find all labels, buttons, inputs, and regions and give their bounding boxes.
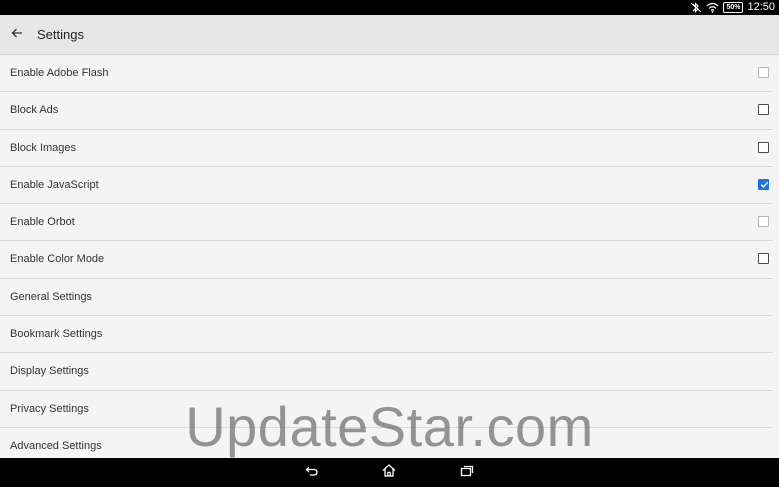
navigation-bar — [0, 458, 779, 487]
back-button[interactable] — [6, 23, 28, 45]
setting-label: Privacy Settings — [10, 402, 89, 415]
setting-label: Block Ads — [10, 104, 59, 117]
setting-label: Enable JavaScript — [10, 178, 99, 191]
setting-row-general-settings[interactable]: General Settings — [0, 279, 773, 317]
setting-label: Display Settings — [10, 365, 89, 378]
setting-label: Enable Adobe Flash — [10, 67, 109, 79]
block-images-checkbox[interactable] — [758, 141, 769, 153]
back-arrow-icon — [305, 464, 319, 482]
status-time: 12:50 — [747, 1, 775, 13]
setting-row-enable-color-mode[interactable]: Enable Color Mode — [0, 241, 773, 279]
setting-label: Block Images — [10, 141, 77, 154]
setting-row-privacy-settings[interactable]: Privacy Settings — [0, 391, 773, 428]
home-icon — [382, 464, 396, 482]
page-title: Settings — [37, 27, 84, 42]
nav-recents-button[interactable] — [456, 464, 478, 482]
setting-label: Bookmark Settings — [10, 328, 103, 341]
nav-back-button[interactable] — [301, 464, 323, 482]
setting-row-block-ads[interactable]: Block Ads — [0, 92, 773, 130]
setting-label: Enable Color Mode — [10, 253, 105, 266]
recent-apps-icon — [460, 464, 474, 482]
wifi-icon — [706, 2, 719, 13]
enable-adobe-flash-checkbox[interactable] — [758, 67, 769, 78]
setting-row-enable-javascript[interactable]: Enable JavaScript — [0, 167, 773, 205]
status-bar: 50% 12:50 — [0, 0, 779, 15]
setting-row-block-images[interactable]: Block Images — [0, 130, 773, 167]
bluetooth-off-icon — [690, 2, 702, 13]
enable-orbot-checkbox[interactable] — [758, 216, 769, 228]
setting-row-bookmark-settings[interactable]: Bookmark Settings — [0, 316, 773, 354]
nav-home-button[interactable] — [378, 464, 400, 482]
setting-row-enable-adobe-flash[interactable]: Enable Adobe Flash — [0, 55, 773, 93]
enable-javascript-checkbox[interactable] — [758, 178, 769, 190]
enable-color-mode-checkbox[interactable] — [758, 253, 769, 265]
setting-row-enable-orbot[interactable]: Enable Orbot — [0, 204, 773, 242]
setting-label: Advanced Settings — [10, 439, 102, 452]
settings-list: Enable Adobe Flash Block Ads Block Image… — [0, 55, 779, 458]
setting-label: Enable Orbot — [10, 216, 75, 229]
setting-label: General Settings — [10, 290, 92, 303]
app-bar: Settings — [0, 15, 779, 55]
block-ads-checkbox[interactable] — [758, 104, 769, 116]
status-icons: 50% 12:50 — [690, 0, 775, 15]
arrow-left-icon — [11, 25, 23, 43]
setting-row-display-settings[interactable]: Display Settings — [0, 353, 773, 391]
battery-indicator: 50% — [723, 2, 744, 13]
setting-row-advanced-settings[interactable]: Advanced Settings — [0, 428, 773, 458]
